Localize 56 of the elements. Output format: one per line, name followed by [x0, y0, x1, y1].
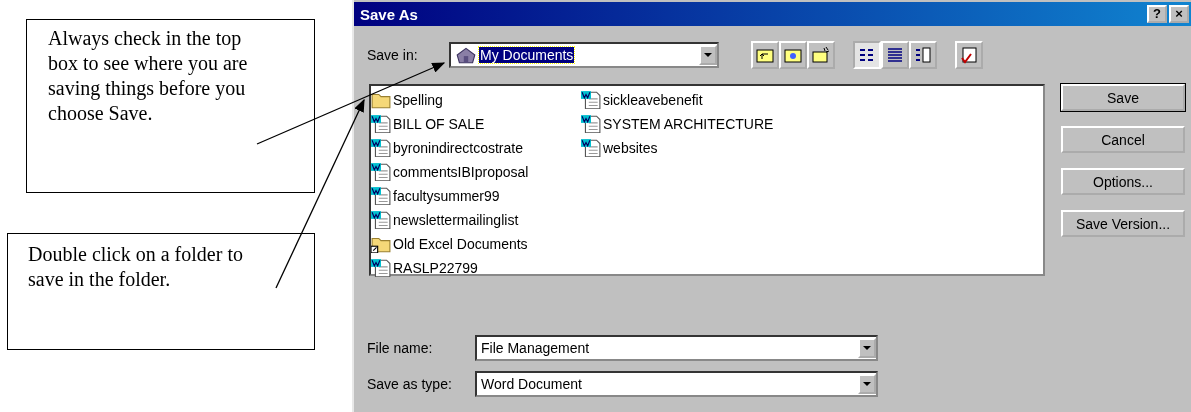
file-name: facultysummer99 [393, 188, 500, 204]
file-name: newslettermailinglist [393, 212, 519, 228]
file-name: RASLP22799 [393, 260, 478, 276]
file-item[interactable]: SYSTEM ARCHITECTURE [581, 112, 791, 136]
folder-globe-icon [783, 46, 803, 64]
newfolder-tool-button[interactable] [807, 41, 835, 69]
file-name: Spelling [393, 92, 443, 108]
file-item[interactable]: websites [581, 136, 791, 160]
file-name: Old Excel Documents [393, 236, 528, 252]
file-name-label: File name: [367, 340, 434, 356]
help-button[interactable]: ? [1147, 5, 1167, 23]
document-check-icon [959, 46, 979, 64]
callout-text: Always check in the top box to see where you are saving things before you choose Save. [26, 19, 315, 193]
dialog-button[interactable]: Cancel [1061, 126, 1185, 153]
file-item[interactable]: BILL OF SALE [371, 112, 581, 136]
properties-view-icon [913, 46, 933, 64]
file-item[interactable]: sickleavebenefit [581, 88, 791, 112]
list-tool-button[interactable] [853, 41, 881, 69]
file-item[interactable]: byronindirectcostrate [371, 136, 581, 160]
word-document-icon [581, 139, 601, 157]
file-name: commentsIBIproposal [393, 164, 529, 180]
dialog-button[interactable]: Save [1061, 84, 1185, 111]
file-name: sickleavebenefit [603, 92, 703, 108]
new-folder-icon [811, 46, 831, 64]
word-document-icon [581, 115, 601, 133]
file-name: BILL OF SALE [393, 116, 485, 132]
callout-text: Double click on a folder to save in the folder. [7, 233, 315, 350]
file-item[interactable]: facultysummer99 [371, 184, 581, 208]
file-name: SYSTEM ARCHITECTURE [603, 116, 774, 132]
file-name: byronindirectcostrate [393, 140, 523, 156]
file-name: websites [603, 140, 658, 156]
folder-up-icon [755, 46, 775, 64]
word-document-icon [581, 91, 601, 109]
save-in-dropdown[interactable]: My Documents [449, 42, 719, 68]
file-item[interactable]: Spelling [371, 88, 581, 112]
save-as-type-label: Save as type: [367, 376, 453, 392]
file-item[interactable]: commentsIBIproposal [371, 160, 581, 184]
folder-icon [371, 91, 391, 109]
house-folder-icon [455, 46, 477, 64]
dialog-button[interactable]: Save Version... [1061, 210, 1185, 237]
dialog-button[interactable]: Options... [1061, 168, 1185, 195]
properties-tool-button[interactable] [909, 41, 937, 69]
up-tool-button[interactable] [751, 41, 779, 69]
save-as-type-dropdown[interactable]: Word Document [475, 371, 878, 397]
web-tool-button[interactable] [779, 41, 807, 69]
file-item[interactable]: newslettermailinglist [371, 208, 581, 232]
details-tool-button[interactable] [881, 41, 909, 69]
window-title: Save As [360, 5, 418, 23]
file-item[interactable]: Old Excel Documents [371, 232, 581, 256]
file-item[interactable]: RASLP22799 [371, 256, 581, 280]
details-view-icon [885, 46, 905, 64]
tools-tool-button[interactable] [955, 41, 983, 69]
close-button[interactable]: × [1169, 5, 1189, 23]
save-in-value: My Documents [479, 47, 575, 63]
file-name-field[interactable]: File Management [475, 335, 878, 361]
save-in-label: Save in: [367, 47, 419, 63]
